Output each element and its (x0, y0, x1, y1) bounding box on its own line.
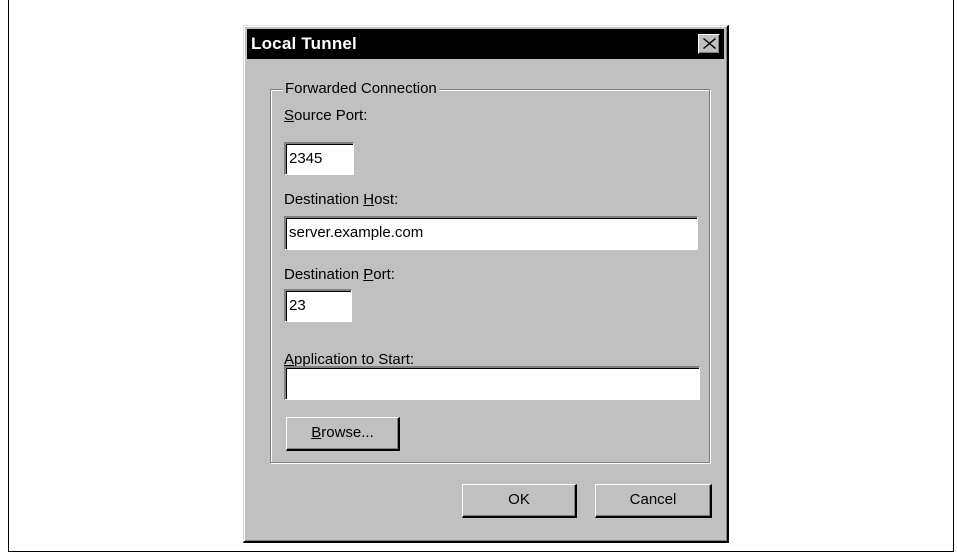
source-port-label: Source Port: (284, 107, 367, 125)
destination-host-label-text: ost: (374, 191, 399, 208)
source-port-input[interactable]: 2345 (284, 142, 354, 175)
close-button[interactable] (698, 34, 720, 54)
destination-port-label: Destination Port: (284, 266, 395, 284)
browse-label: rowse... (321, 424, 374, 441)
local-tunnel-dialog: Local Tunnel Forwarded Connection Source… (243, 25, 729, 543)
destination-host-accel: H (363, 191, 375, 208)
source-port-label-text: ource Port: (294, 107, 368, 124)
browse-button[interactable]: Browse... (286, 417, 400, 451)
destination-port-accel: P (363, 266, 374, 283)
title-bar[interactable]: Local Tunnel (247, 29, 724, 59)
destination-host-label-pre: Destination (284, 191, 364, 208)
browse-accel: B (311, 424, 322, 441)
dialog-title: Local Tunnel (251, 34, 357, 53)
source-port-accel: S (284, 107, 295, 124)
forwarded-connection-group: Forwarded Connection Source Port: 2345 D… (270, 80, 710, 463)
group-legend: Forwarded Connection (283, 80, 439, 98)
destination-host-input[interactable]: server.example.com (284, 216, 698, 250)
destination-host-label: Destination Host: (284, 191, 398, 209)
cancel-button[interactable]: Cancel (595, 484, 712, 518)
destination-port-label-text: ort: (373, 266, 395, 283)
application-input[interactable] (284, 366, 700, 400)
close-icon (703, 38, 716, 49)
ok-button[interactable]: OK (462, 484, 577, 518)
destination-port-label-pre: Destination (284, 266, 364, 283)
destination-port-input[interactable]: 23 (284, 289, 352, 322)
